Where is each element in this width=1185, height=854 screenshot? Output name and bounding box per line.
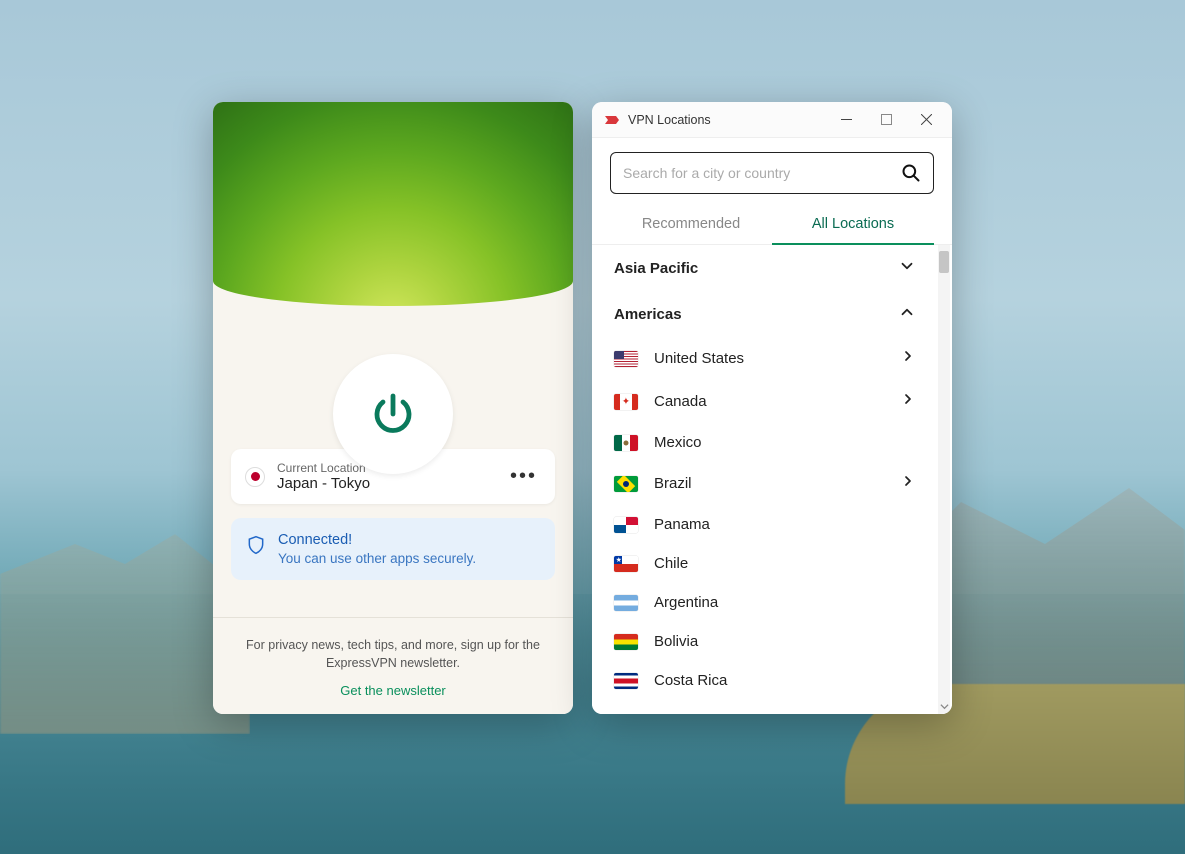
br-flag-icon <box>614 476 638 492</box>
tab-all-locations[interactable]: All Locations <box>772 204 934 244</box>
cr-flag-icon <box>614 673 638 689</box>
country-name: Bolivia <box>654 633 916 650</box>
connected-info-card: Connected! You can use other apps secure… <box>231 518 555 580</box>
country-row[interactable]: Panama <box>592 505 938 544</box>
country-row[interactable]: United States <box>592 337 938 380</box>
chevron-right-icon <box>900 473 916 494</box>
country-name: Argentina <box>654 594 916 611</box>
region-header[interactable]: Asia Pacific <box>592 245 938 291</box>
country-name: Chile <box>654 555 916 572</box>
country-row[interactable]: ✦ Canada <box>592 380 938 423</box>
country-row[interactable]: Mexico <box>592 423 938 462</box>
country-row[interactable]: Costa Rica <box>592 661 938 700</box>
chevron-right-icon <box>900 391 916 412</box>
pa-flag-icon <box>614 517 638 533</box>
footer-text: For privacy news, tech tips, and more, s… <box>241 636 545 674</box>
country-name: Brazil <box>654 475 884 492</box>
bo-flag-icon <box>614 634 638 650</box>
ar-flag-icon <box>614 595 638 611</box>
us-flag-icon <box>614 351 638 367</box>
japan-flag-icon <box>245 467 265 487</box>
chevron-up-icon <box>898 303 916 325</box>
mx-flag-icon <box>614 435 638 451</box>
newsletter-footer: For privacy news, tech tips, and more, s… <box>213 617 573 715</box>
location-more-button[interactable]: ••• <box>506 465 541 488</box>
country-name: Canada <box>654 393 884 410</box>
chevron-down-icon <box>898 257 916 279</box>
connection-hero <box>213 102 573 306</box>
maximize-button[interactable] <box>866 105 906 135</box>
app-logo-icon <box>604 112 620 128</box>
cl-flag-icon <box>614 556 638 572</box>
power-icon <box>369 390 417 438</box>
scrollbar-track[interactable] <box>938 245 950 714</box>
country-row[interactable]: Bolivia <box>592 622 938 661</box>
power-button[interactable] <box>333 354 453 474</box>
chevron-right-icon <box>900 348 916 369</box>
country-name: Costa Rica <box>654 672 916 689</box>
tab-recommended[interactable]: Recommended <box>610 204 772 244</box>
search-icon <box>901 163 921 183</box>
region-header[interactable]: Americas <box>592 291 938 337</box>
country-name: Panama <box>654 516 916 533</box>
location-tabs: Recommended All Locations <box>592 204 952 245</box>
expressvpn-window: ExpressVPN App updated! See What's New ×… <box>213 102 573 714</box>
search-input[interactable] <box>623 165 891 181</box>
region-name: Americas <box>614 306 682 323</box>
window-title: VPN Locations <box>628 113 711 127</box>
country-name: Mexico <box>654 434 916 451</box>
shield-icon <box>246 534 266 556</box>
scrollbar-down-button[interactable] <box>938 700 950 712</box>
region-name: Asia Pacific <box>614 260 698 277</box>
titlebar[interactable]: VPN Locations <box>592 102 952 138</box>
ca-flag-icon: ✦ <box>614 394 638 410</box>
country-name: United States <box>654 350 884 367</box>
search-box[interactable] <box>610 152 934 194</box>
minimize-button[interactable] <box>826 105 866 135</box>
location-name: Japan - Tokyo <box>277 475 494 492</box>
country-row[interactable]: Argentina <box>592 583 938 622</box>
scrollbar-thumb[interactable] <box>939 251 949 273</box>
status-card-subtitle: You can use other apps securely. <box>278 551 476 566</box>
country-row[interactable]: Chile <box>592 544 938 583</box>
close-button[interactable] <box>906 105 946 135</box>
newsletter-link[interactable]: Get the newsletter <box>241 683 545 698</box>
status-card-title: Connected! <box>278 532 476 548</box>
locations-scroll-area[interactable]: Asia Pacific Americas United States ✦ Canada… <box>592 245 938 714</box>
vpn-locations-window: VPN Locations Recommended All Locations … <box>592 102 952 714</box>
country-row[interactable]: Brazil <box>592 462 938 505</box>
